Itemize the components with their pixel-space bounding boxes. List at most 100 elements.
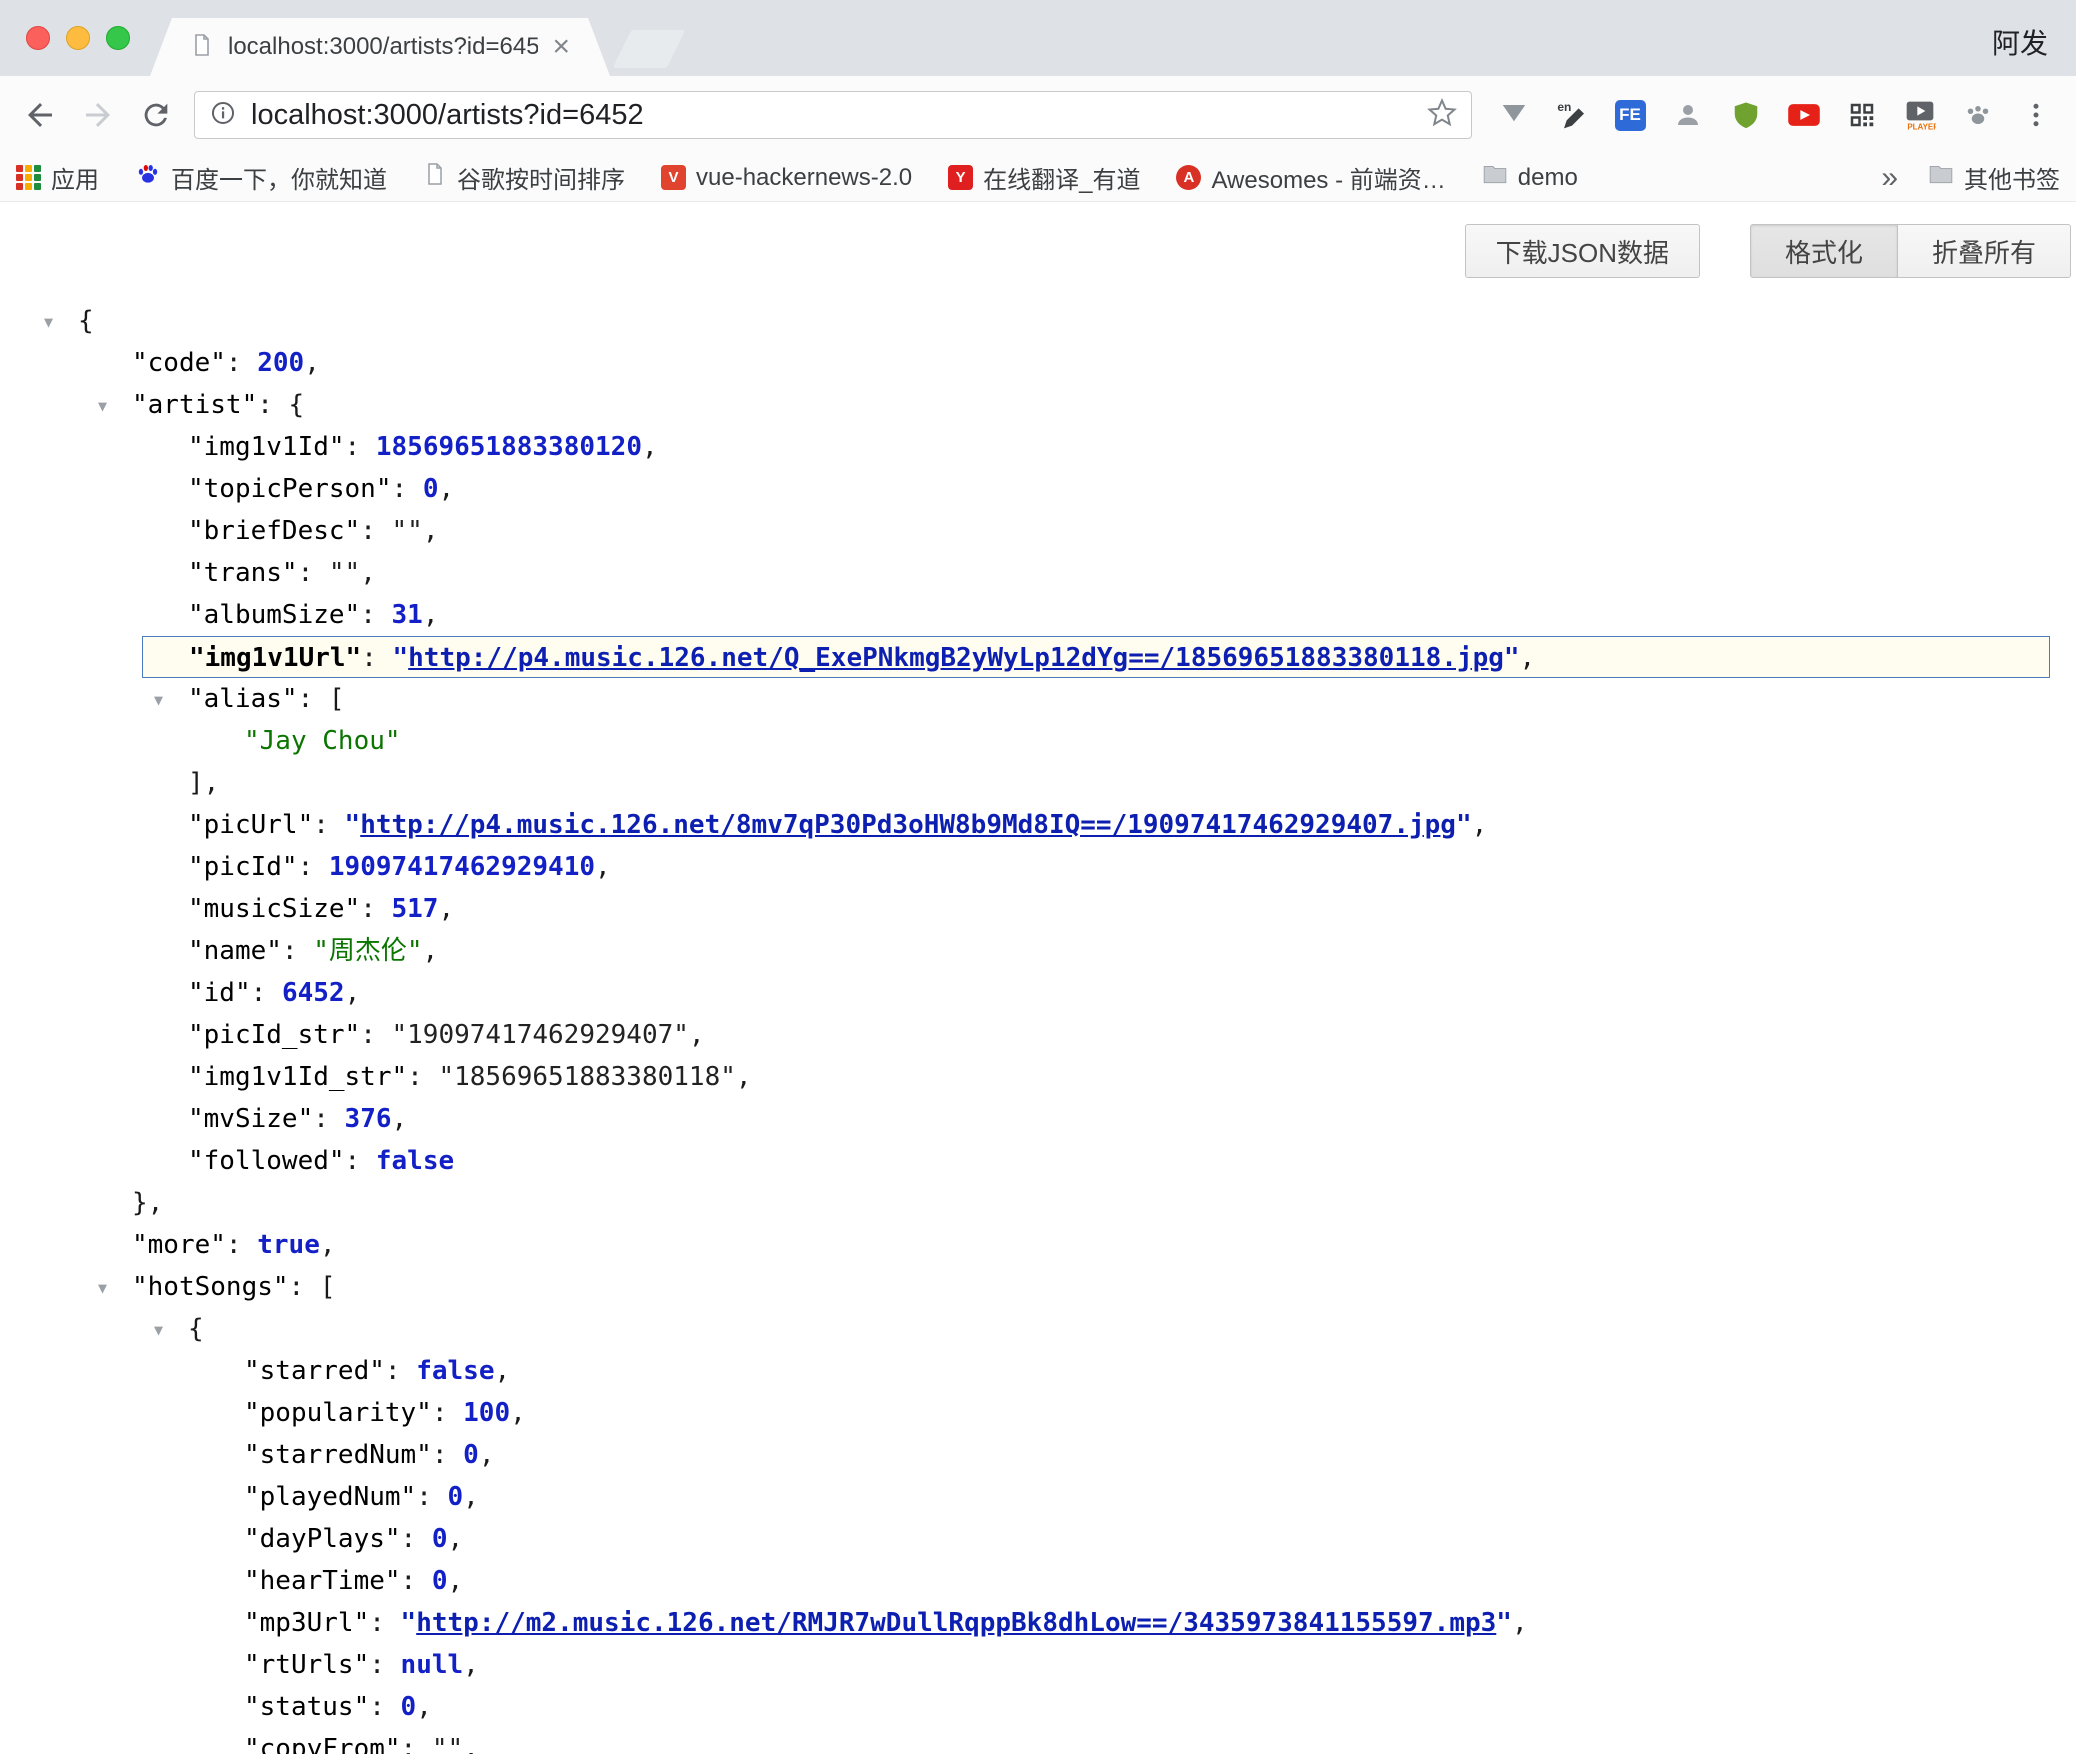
page-icon — [423, 162, 447, 193]
json-token: 0 — [423, 474, 439, 504]
forward-button[interactable] — [72, 89, 124, 141]
json-token: , — [360, 558, 376, 588]
bookmark-item-vue-hackernews[interactable]: V vue-hackernews-2.0 — [661, 164, 912, 192]
bookmark-item-google-sort[interactable]: 谷歌按时间排序 — [423, 160, 625, 195]
user-silhouette-extension-icon[interactable] — [1662, 89, 1714, 141]
json-token: " — [1456, 810, 1472, 840]
json-token: , — [463, 1734, 479, 1754]
window-minimize-button[interactable] — [66, 26, 90, 50]
json-token: "more" — [132, 1230, 226, 1260]
json-token: 0 — [432, 1566, 448, 1596]
tab-title: localhost:3000/artists?id=645 — [228, 33, 538, 61]
json-token: : — [416, 1482, 447, 1512]
json-line: }, — [0, 1182, 2076, 1224]
reload-button[interactable] — [130, 89, 182, 141]
collapse-arrow-icon[interactable]: ▼ — [98, 1267, 107, 1309]
json-token: : — [345, 1146, 376, 1176]
json-token: , — [392, 1104, 408, 1134]
json-token: " — [1504, 643, 1520, 673]
fe-extension-icon[interactable]: FE — [1604, 89, 1656, 141]
json-line: "starredNum": 0, — [0, 1434, 2076, 1476]
json-token: , — [479, 1440, 495, 1470]
site-info-icon[interactable] — [209, 99, 237, 132]
json-token: "dayPlays" — [244, 1524, 401, 1554]
json-line: ▼"artist": { — [0, 384, 2076, 426]
ublock-shield-extension-icon[interactable] — [1720, 89, 1772, 141]
json-line: "id": 6452, — [0, 972, 2076, 1014]
collapse-arrow-icon[interactable]: ▼ — [154, 679, 163, 721]
json-url-link[interactable]: http://m2.music.126.net/RMJR7wDullRqppBk… — [416, 1608, 1496, 1638]
bookmark-star-icon[interactable] — [1427, 98, 1457, 133]
qr-code-extension-icon[interactable] — [1836, 89, 1888, 141]
json-token: : — [360, 1020, 391, 1050]
back-button[interactable] — [14, 89, 66, 141]
download-json-button[interactable]: 下载JSON数据 — [1465, 224, 1700, 278]
youdao-pen-extension-icon[interactable]: en — [1546, 89, 1598, 141]
apps-shortcut[interactable]: 应用 — [16, 160, 99, 195]
json-token: : — [432, 1398, 463, 1428]
json-token: "musicSize" — [188, 894, 360, 924]
json-token: "hearTime" — [244, 1566, 401, 1596]
json-line: "picUrl": "http://p4.music.126.net/8mv7q… — [0, 804, 2076, 846]
json-token: "周杰伦" — [313, 936, 422, 966]
vimium-extension-icon[interactable] — [1488, 89, 1540, 141]
collapse-arrow-icon[interactable]: ▼ — [154, 1309, 163, 1351]
bookmark-item-youdao-translate[interactable]: Y 在线翻译_有道 — [948, 160, 1140, 195]
json-token: , — [438, 474, 454, 504]
player-extension-icon[interactable]: PLAYER — [1894, 89, 1946, 141]
json-token: , — [423, 516, 439, 546]
json-token: , — [423, 936, 439, 966]
youtube-extension-icon[interactable] — [1778, 89, 1830, 141]
json-token: , — [595, 852, 611, 882]
json-token: "19097417462929407" — [392, 1020, 689, 1050]
collapse-arrow-icon[interactable]: ▼ — [98, 385, 107, 427]
json-token: 19097417462929410 — [329, 852, 595, 882]
tab-close-button[interactable]: × — [552, 32, 570, 62]
json-token: "Jay Chou" — [244, 726, 401, 756]
bookmark-item-demo[interactable]: demo — [1482, 161, 1578, 194]
json-line: ], — [0, 762, 2076, 804]
browser-tab[interactable]: localhost:3000/artists?id=645 × — [150, 18, 610, 76]
format-button[interactable]: 格式化 — [1750, 224, 1898, 278]
json-token: "mvSize" — [188, 1104, 313, 1134]
page-content: 下载JSON数据 格式化 折叠所有 ▼{"code": 200,▼"artist… — [0, 224, 2076, 1754]
json-token: : — [361, 643, 392, 673]
json-line: "popularity": 100, — [0, 1392, 2076, 1434]
json-token: false — [376, 1146, 454, 1176]
profile-name[interactable]: 阿发 — [1992, 22, 2048, 62]
json-token: : — [369, 1650, 400, 1680]
window-close-button[interactable] — [26, 26, 50, 50]
bookmark-item-awesomes[interactable]: A Awesomes - 前端资… — [1176, 160, 1445, 195]
json-token: "copyFrom" — [244, 1734, 401, 1754]
bookmark-item-baidu[interactable]: 百度一下，你就知道 — [135, 160, 387, 195]
json-token: "briefDesc" — [188, 516, 360, 546]
window-zoom-button[interactable] — [106, 26, 130, 50]
json-token: }, — [132, 1188, 163, 1218]
json-url-link[interactable]: http://p4.music.126.net/8mv7qP30Pd3oHW8b… — [360, 810, 1456, 840]
json-token: { — [188, 1314, 204, 1344]
collapse-arrow-icon[interactable]: ▼ — [44, 301, 53, 343]
other-bookmarks-folder[interactable]: 其他书签 — [1928, 160, 2060, 195]
json-line: "dayPlays": 0, — [0, 1518, 2076, 1560]
browser-menu-icon[interactable] — [2010, 89, 2062, 141]
json-token: "img1v1Id" — [188, 432, 345, 462]
json-token: , — [736, 1062, 752, 1092]
new-tab-button[interactable] — [613, 30, 686, 68]
json-token: , — [463, 1482, 479, 1512]
paw-extension-icon[interactable] — [1952, 89, 2004, 141]
json-token: "popularity" — [244, 1398, 432, 1428]
json-url-link[interactable]: http://p4.music.126.net/Q_ExePNkmgB2yWyL… — [408, 643, 1504, 673]
json-line: "Jay Chou" — [0, 720, 2076, 762]
json-token: : — [401, 1734, 432, 1754]
json-token: : — [345, 432, 376, 462]
json-token: "img1v1Url" — [189, 643, 361, 673]
json-line: "rtUrls": null, — [0, 1644, 2076, 1686]
bookmarks-overflow-chevron[interactable]: » — [1881, 161, 1898, 195]
collapse-all-button[interactable]: 折叠所有 — [1897, 224, 2071, 278]
tab-strip: localhost:3000/artists?id=645 × 阿发 — [0, 0, 2076, 76]
address-bar[interactable]: localhost:3000/artists?id=6452 — [194, 91, 1472, 139]
json-token: "picUrl" — [188, 810, 313, 840]
json-token: false — [416, 1356, 494, 1386]
json-line: "starred": false, — [0, 1350, 2076, 1392]
folder-icon — [1928, 161, 1954, 194]
